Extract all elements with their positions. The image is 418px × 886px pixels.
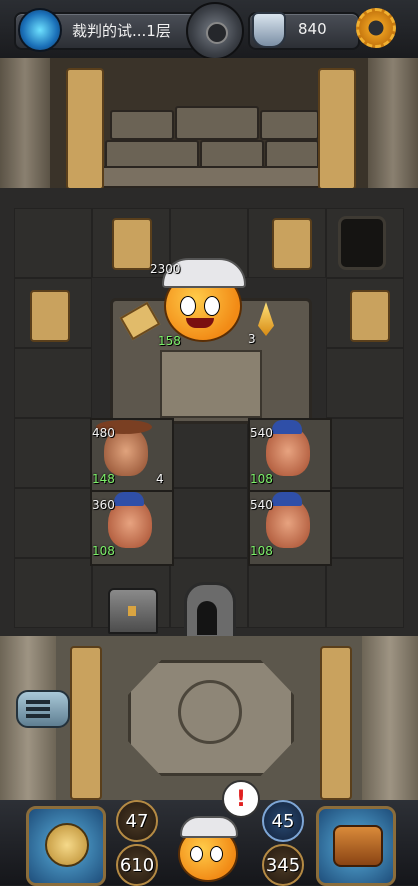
blue-cap	[272, 420, 302, 434]
right-gold-post	[320, 646, 352, 800]
left-stone-column	[0, 58, 50, 188]
dungeon-floor: 2300 158 3 480 148 4 540 108 360 108 540…	[0, 188, 418, 642]
backpack-item-slot[interactable]	[316, 806, 396, 886]
alert-mark: !	[235, 786, 247, 812]
compass-item-slot[interactable]	[26, 806, 106, 886]
attack-stat: 47	[116, 800, 158, 842]
enemy-defense: 4	[156, 472, 164, 486]
left-gold-post	[70, 646, 102, 800]
hero-cap	[180, 816, 238, 838]
menu-list-icon[interactable]	[16, 690, 70, 728]
pedestal[interactable]	[272, 218, 312, 270]
alert-bubble[interactable]: !	[222, 780, 260, 818]
boss-attack: 158	[158, 334, 181, 348]
right-gate-pillar	[318, 68, 356, 190]
level-title: 裁判的试...1层	[72, 22, 171, 40]
gold-stat: 345	[262, 844, 304, 886]
broken-wall-hole[interactable]	[338, 216, 386, 270]
crystal-shield-icon	[252, 12, 286, 48]
dungeon-wall	[0, 58, 418, 190]
compass-icon	[45, 823, 89, 867]
boss-hp: 2300	[150, 262, 181, 276]
pedestal[interactable]	[112, 218, 152, 270]
boss-defense: 3	[248, 332, 256, 346]
top-bar: 裁判的试...1层 840	[0, 0, 418, 60]
backpack-icon	[333, 825, 383, 867]
pedestal[interactable]	[30, 290, 70, 342]
boss-platform-front	[160, 350, 262, 418]
enemy-attack: 108	[92, 544, 115, 558]
compass-medallion-icon[interactable]	[186, 2, 244, 60]
enemy-hp: 360	[92, 498, 115, 512]
blue-cap	[272, 492, 302, 506]
stairs-door-icon[interactable]	[184, 582, 236, 642]
altar-area	[0, 636, 418, 801]
blue-cap	[114, 492, 144, 506]
portal-icon[interactable]	[18, 8, 62, 52]
enemy-attack: 108	[250, 544, 273, 558]
enemy-attack: 108	[250, 472, 273, 486]
altar-rune-circle	[178, 680, 242, 744]
gold-value: 345	[265, 854, 301, 876]
enemy-hp: 540	[250, 426, 273, 440]
crystal-count: 840	[298, 20, 327, 38]
enemy-hp: 480	[92, 426, 115, 440]
gear-icon[interactable]	[356, 8, 396, 48]
treasure-chest-icon[interactable]	[108, 588, 158, 634]
pedestal[interactable]	[350, 290, 390, 342]
attack-value: 47	[125, 810, 149, 832]
right-stone-column	[368, 58, 418, 188]
left-gate-pillar	[66, 68, 104, 190]
defense-value: 45	[271, 810, 295, 832]
enemy-hp: 540	[250, 498, 273, 512]
enemy-attack: 148	[92, 472, 115, 486]
hp-value: 610	[119, 854, 155, 876]
right-stone-column	[362, 636, 418, 801]
hp-stat: 610	[116, 844, 158, 886]
bottom-bar: 47 610 ! 45 345	[0, 780, 418, 886]
defense-stat: 45	[262, 800, 304, 842]
